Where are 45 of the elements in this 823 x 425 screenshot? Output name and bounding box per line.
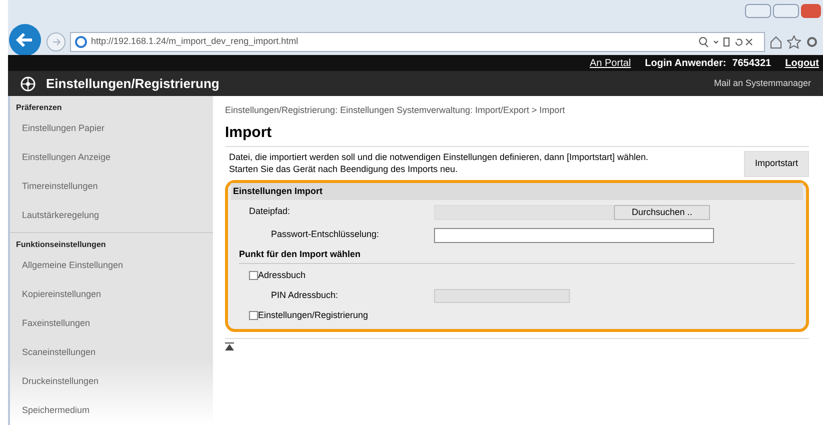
field-label: Dateipfad: — [248, 205, 292, 218]
sidebar-heading: Präferenzen — [15, 102, 63, 114]
sidebar-item[interactable]: Timereinstellungen — [10, 172, 213, 201]
sidebar-item[interactable]: Speichermedium — [10, 396, 213, 425]
panel-title: Einstellungen Import — [231, 182, 803, 200]
section-subheading: Punkt für den Import wählen — [239, 248, 795, 264]
logout-link[interactable]: Logout — [785, 56, 819, 70]
field-label: PIN Adressbuch: — [270, 288, 340, 302]
url-text: http://192.168.1.24/m_import_dev_reng_import.html — [91, 35, 300, 48]
page-title: Import — [225, 122, 809, 147]
sidebar-item[interactable]: Scaneinstellungen — [10, 338, 213, 367]
header-title: Einstellungen/Registrierung — [46, 74, 220, 93]
sidebar-item[interactable]: Lautstärkeregelung — [10, 201, 213, 230]
sidebar-item[interactable]: Allgemeine Einstellungen — [10, 251, 213, 280]
checkbox-label: Adressbuch — [258, 268, 306, 282]
description-text: Starten Sie das Gerät nach Beendigung des Imports neu. — [229, 163, 459, 175]
checkbox-label: Einstellungen/Registrierung — [258, 308, 368, 322]
breadcrumb: Einstellungen/Registrierung: Einstellungen Systemverwaltung: Import/Export > Import — [225, 104, 566, 117]
back-button[interactable] — [8, 23, 42, 58]
field-label: Passwort-Entschlüsselung: — [270, 228, 380, 242]
description-text: Datei, die importiert werden soll und die notwendigen Einstellungen definieren, dann [Importstart] wählen. — [229, 151, 650, 163]
sidebar-heading: Funktionseinstellungen — [10, 232, 213, 251]
home-icon[interactable] — [769, 35, 783, 50]
import-start-button[interactable]: Importstart — [744, 151, 809, 176]
star-icon[interactable] — [787, 35, 801, 50]
password-field[interactable] — [434, 228, 714, 242]
page-icon — [75, 36, 87, 48]
checkbox[interactable] — [249, 271, 258, 280]
sidebar-item[interactable]: Kopiereinstellungen — [10, 280, 213, 309]
address-bar[interactable]: http://192.168.1.24/m_import_dev_reng_import.html — [70, 32, 765, 52]
sidebar-item[interactable]: Einstellungen Anzeige — [10, 143, 213, 172]
forward-button[interactable] — [46, 32, 66, 52]
settings-icon[interactable] — [805, 35, 819, 50]
checkbox[interactable] — [249, 311, 258, 320]
scroll-to-top-icon[interactable] — [225, 342, 234, 350]
minimize-button[interactable] — [745, 4, 771, 18]
maximize-button[interactable] — [773, 4, 799, 18]
login-user: 7654321 — [732, 56, 772, 70]
sidebar-item[interactable]: Faxeinstellungen — [10, 309, 213, 338]
portal-link[interactable]: An Portal — [590, 56, 631, 70]
login-label: Login Anwender: — [644, 56, 726, 70]
close-button[interactable] — [801, 4, 821, 18]
mail-link[interactable]: Mail an Systemmanager — [714, 76, 811, 90]
sidebar-item[interactable]: Einstellungen Papier — [10, 114, 213, 143]
sidebar-item[interactable]: Druckeinstellungen — [10, 367, 213, 396]
